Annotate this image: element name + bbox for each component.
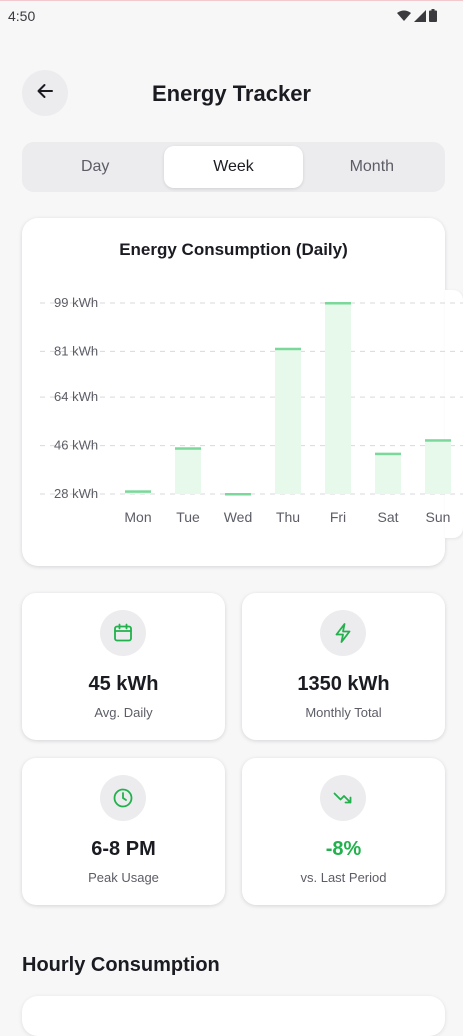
- stat-value: 45 kWh: [88, 673, 159, 695]
- y-tick-label: 81 kWh: [54, 343, 98, 358]
- x-tick-label: Mon: [124, 509, 151, 525]
- x-tick-label: Fri: [330, 509, 346, 525]
- y-tick-label: 46 kWh: [54, 438, 98, 453]
- bar-sat[interactable]: [375, 453, 401, 494]
- clock-icon: [100, 775, 146, 821]
- stat-value: -8%: [325, 838, 362, 860]
- x-tick-label: Sun: [426, 509, 451, 525]
- stat-card-peak-usage: 6-8 PM Peak Usage: [22, 758, 225, 905]
- x-tick-label: Sat: [377, 509, 398, 525]
- bar-top-thu: [275, 347, 301, 351]
- lightning-icon: [320, 610, 366, 656]
- x-tick-label: Wed: [224, 509, 253, 525]
- bar-top-mon: [125, 490, 151, 493]
- stat-value: 6-8 PM: [91, 838, 156, 860]
- trending-down-icon: [320, 775, 366, 821]
- bar-thu[interactable]: [275, 348, 301, 494]
- stat-value: 1350 kWh: [297, 673, 390, 695]
- y-tick-label: 64 kWh: [54, 389, 98, 404]
- bar-top-tue: [175, 447, 201, 450]
- stat-card-avg-daily: 45 kWh Avg. Daily: [22, 593, 225, 740]
- hourly-consumption-title: Hourly Consumption: [22, 954, 220, 976]
- y-tick-label: 99 kWh: [54, 295, 98, 310]
- stat-label: Avg. Daily: [94, 705, 153, 720]
- bar-tue[interactable]: [175, 448, 201, 494]
- bar-chart: 99 kWh 81 kWh 64 kWh 46 kWh 28 kWh Mon Tue Wed T…: [40, 295, 463, 525]
- x-tick-label: Thu: [276, 509, 300, 525]
- calendar-icon: [100, 610, 146, 656]
- bar-top-wed: [225, 493, 251, 496]
- hourly-chart-card: [22, 996, 445, 1036]
- stat-label: Monthly Total: [305, 705, 382, 720]
- stat-label: vs. Last Period: [300, 870, 387, 885]
- bar-fri[interactable]: [325, 303, 351, 494]
- stat-card-vs-last-period: -8% vs. Last Period: [242, 758, 445, 905]
- y-tick-label: 28 kWh: [54, 486, 98, 501]
- bar-top-fri: [325, 302, 351, 305]
- stat-card-monthly-total: 1350 kWh Monthly Total: [242, 593, 445, 740]
- stat-label: Peak Usage: [88, 870, 159, 885]
- bar-sun[interactable]: [425, 440, 451, 494]
- x-tick-label: Tue: [176, 509, 200, 525]
- bar-top-sun: [425, 439, 451, 442]
- bar-top-sat: [375, 452, 401, 456]
